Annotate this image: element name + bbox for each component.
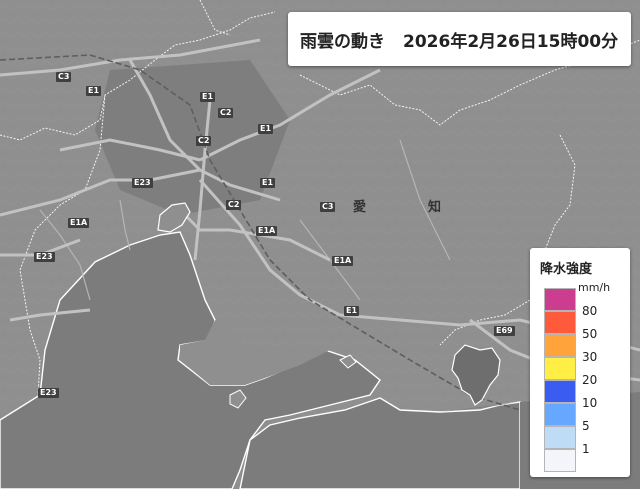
place-label-chi: 知: [428, 200, 442, 215]
legend-level-label: 20: [582, 373, 598, 387]
road-sign: E1: [200, 92, 216, 102]
legend-swatch: [544, 426, 576, 449]
road-sign: E1: [86, 86, 102, 96]
road-sign: C3: [320, 202, 336, 212]
road-sign: E1: [344, 306, 360, 316]
road-sign: C3: [56, 72, 72, 82]
map-timestamp: 2026年2月26日15時00分: [403, 31, 619, 52]
legend-title: 降水強度: [540, 262, 593, 277]
road-sign: E23: [34, 252, 55, 262]
legend-level-label: 10: [582, 396, 598, 410]
map-title: 雨雲の動き: [300, 31, 385, 52]
legend-swatch: [544, 357, 576, 380]
legend-unit: mm/h: [578, 281, 611, 294]
road-sign: E23: [38, 388, 59, 398]
legend-level-label: 1: [582, 442, 590, 456]
map-title-box: 雨雲の動き 2026年2月26日15時00分: [288, 12, 631, 66]
urban-area: [95, 60, 290, 215]
legend-level-label: 30: [582, 350, 598, 364]
road-sign: C2: [196, 136, 212, 146]
road-sign: C2: [218, 108, 234, 118]
legend-swatch: [544, 311, 576, 334]
road-sign: E1: [258, 124, 274, 134]
road-sign: E1A: [68, 218, 90, 228]
legend-swatch: [544, 380, 576, 403]
legend-level-label: 50: [582, 327, 598, 341]
legend-swatch: [544, 403, 576, 426]
road-sign: C2: [226, 200, 242, 210]
legend-swatch: [544, 288, 576, 311]
legend-level-label: 5: [582, 419, 590, 433]
road-sign: E69: [494, 326, 515, 336]
legend-swatch: [544, 449, 576, 472]
weather-map-view: 愛 知 C3 E1 E1 C2 C2 E23 E1A E1 C3 E1A E1 …: [0, 0, 640, 489]
place-label-ai: 愛: [353, 200, 367, 215]
legend-swatch: [544, 334, 576, 357]
precipitation-legend: 降水強度 mm/h 80 50 30 20 10 5 1: [530, 248, 630, 477]
legend-level-label: 80: [582, 304, 598, 318]
road-sign: E1A: [256, 226, 278, 236]
road-sign: E23: [132, 178, 153, 188]
road-sign: E1: [260, 178, 276, 188]
road-sign: E1A: [332, 256, 354, 266]
